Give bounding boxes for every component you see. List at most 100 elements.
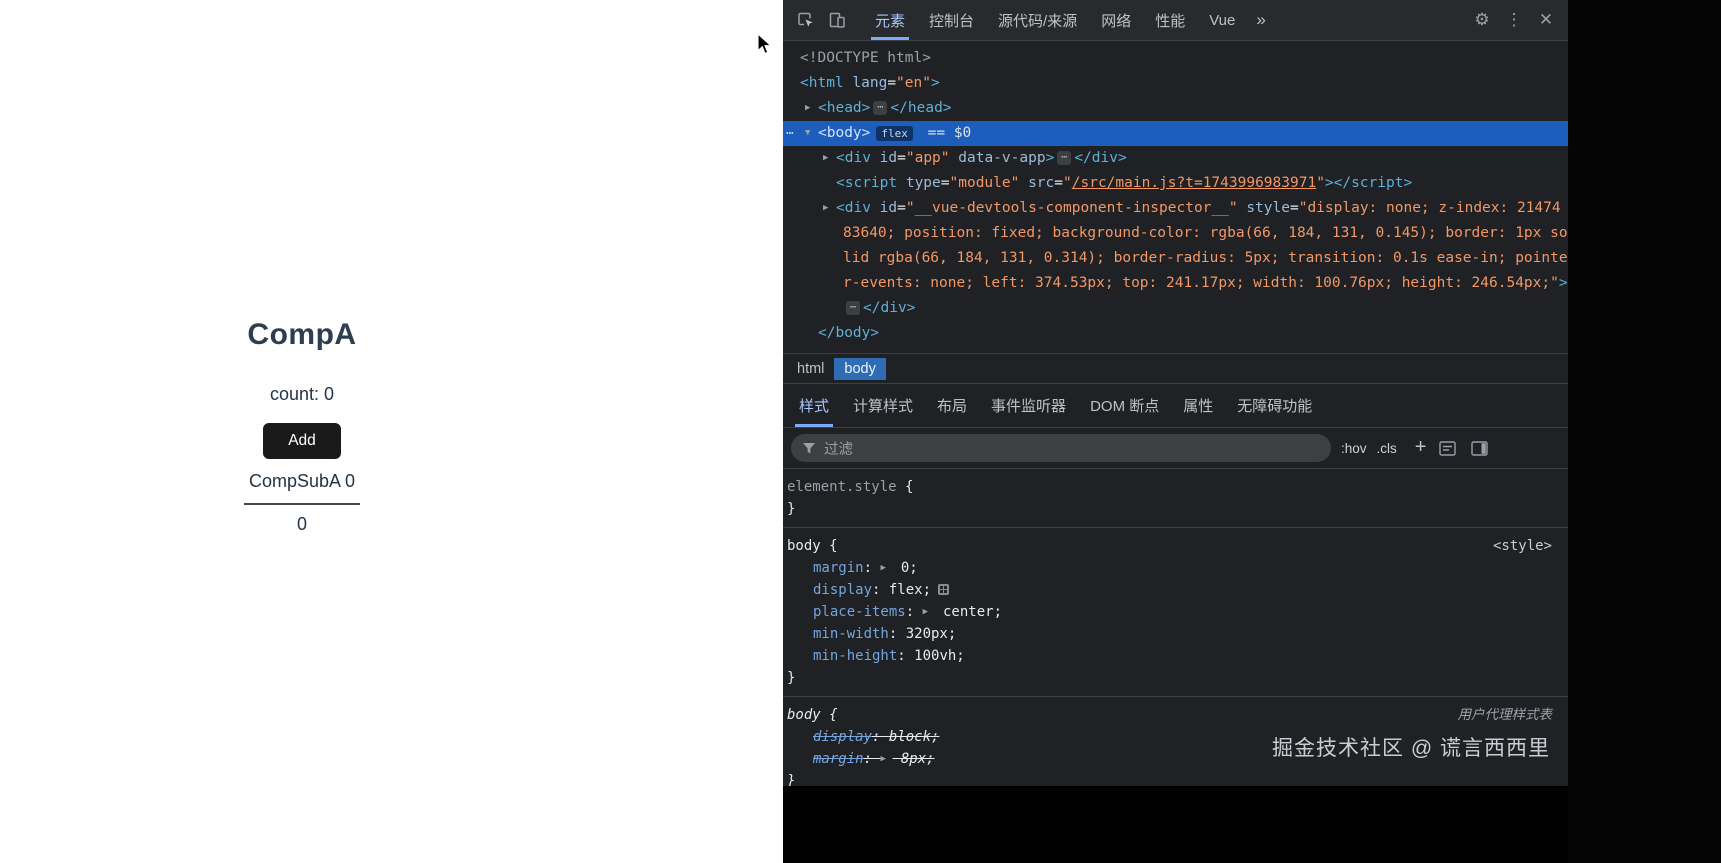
text-token: } [787,773,796,786]
expand-arrow-icon[interactable]: ▼ [805,121,818,146]
attribute-name-token: data-v-app [958,150,1046,166]
breadcrumb-body[interactable]: body [834,357,886,380]
css-property-name[interactable]: margin [813,751,864,767]
css-property-name[interactable]: margin [813,560,864,576]
subtab-layout[interactable]: 布局 [925,384,979,427]
css-property-name[interactable]: display [813,582,872,598]
sub-count-value: 0 [296,514,307,534]
text-token: : [872,729,889,745]
source-url-link[interactable]: /src/main.js?t=1743996983971 [1072,175,1316,191]
tag-token: > [1558,275,1568,291]
style-line: <style> body { [783,535,1568,557]
toggle-sidebar-button[interactable] [1468,438,1490,458]
expand-arrow-icon[interactable]: ▶ [805,96,818,121]
toggle-hover-state-button[interactable]: :hov [1341,441,1367,456]
add-button[interactable]: Add [263,423,341,459]
device-toolbar-button[interactable] [821,4,853,36]
mouse-cursor [757,33,773,55]
settings-gear-icon[interactable]: ⚙ [1466,4,1498,36]
css-property-value[interactable]: 0; [892,560,918,576]
style-line: 用户代理样式表 body { [783,704,1568,726]
styles-filter-input[interactable]: 过滤 [791,434,1331,462]
toggle-class-button[interactable]: .cls [1377,441,1397,456]
attribute-value-token: "__vue-devtools-component-inspector__" [905,200,1238,216]
styles-options-icon [1439,440,1456,456]
css-property-value[interactable]: flex; [889,582,931,598]
new-style-rule-button[interactable]: + [1415,436,1427,459]
attribute-value-token: " [1063,175,1072,191]
flex-editor-icon[interactable] [938,584,950,595]
expand-arrow-icon[interactable]: ▶ [823,146,836,171]
inline-expand-button[interactable]: ⋯ [846,301,861,315]
css-property-value[interactable]: center; [935,604,1002,620]
watermark: 掘金技术社区 @ 谎言西西里 [1272,737,1550,760]
vue-app-content: CompA count: 0 Add CompSubA 0 0 [244,318,360,535]
node-options-icon[interactable]: ⋯ [786,121,794,146]
styles-tab-bar: 样式 计算样式 布局 事件监听器 DOM 断点 属性 无障碍功能 [783,383,1568,428]
dom-tree-node[interactable]: ▶ <div id="app" data-v-app> ⋯ </div> [783,146,1568,171]
subtab-event-listeners[interactable]: 事件监听器 [979,384,1078,427]
doctype-token: element.style [787,479,897,495]
css-property-name[interactable]: min-height [813,648,897,664]
dom-tree-node[interactable]: <!DOCTYPE html> [783,46,1568,71]
style-source-link[interactable]: <style> [1493,535,1552,557]
css-property-value[interactable]: 100vh; [914,648,965,664]
subtab-dom-breakpoints[interactable]: DOM 断点 [1078,384,1171,427]
filter-funnel-icon [803,442,815,454]
styles-options-button[interactable] [1436,438,1458,458]
text-token: = [1054,175,1064,191]
expand-arrow-icon[interactable]: ▶ [923,601,935,623]
expand-arrow-icon[interactable]: ▶ [823,196,836,221]
subtab-accessibility[interactable]: 无障碍功能 [1225,384,1324,427]
more-tabs-button[interactable]: » [1247,0,1274,40]
css-property-value[interactable]: block; [889,729,940,745]
tab-console[interactable]: 控制台 [917,0,986,40]
text-token: } [787,670,796,686]
flex-badge[interactable]: flex [876,126,913,141]
devtools-tab-bar: 元素 控制台 源代码/来源 网络 性能 Vue » [863,0,1466,40]
attribute-name-token: style [1246,200,1290,216]
tab-vue[interactable]: Vue [1197,0,1247,40]
css-property-name[interactable]: place-items [813,604,906,620]
tab-performance[interactable]: 性能 [1143,0,1197,40]
dom-tree-node[interactable]: ▶ <head> ⋯ </head> [783,96,1568,121]
tag-token: </div> [1074,150,1127,166]
breadcrumb-html[interactable]: html [787,358,834,380]
tab-network[interactable]: 网络 [1089,0,1143,40]
element-style-rule: element.style {} [783,469,1568,528]
screen: CompA count: 0 Add CompSubA 0 0 元素 控制台 源… [0,0,1721,863]
css-property-name[interactable]: min-width [813,626,889,642]
inspect-element-button[interactable] [789,4,821,36]
close-devtools-icon[interactable]: ✕ [1530,4,1562,36]
tag-token: <head> [818,100,871,116]
inline-expand-button[interactable]: ⋯ [873,101,888,115]
tab-sources[interactable]: 源代码/来源 [986,0,1089,40]
dom-tree-node[interactable]: </body> [783,321,1568,346]
subtab-styles[interactable]: 样式 [787,384,841,427]
style-line: min-height: 100vh; [783,645,1568,667]
subtab-properties[interactable]: 属性 [1171,384,1225,427]
dom-tree-node[interactable]: <script type="module" src="/src/main.js?… [783,171,1568,196]
dom-tree-node[interactable]: ⋯ ▼ <body> flex == $0 [783,121,1568,146]
tag-token: <body> [818,125,871,141]
tab-elements[interactable]: 元素 [863,0,917,40]
style-line: } [783,770,1568,786]
kebab-menu-icon[interactable]: ⋮ [1498,4,1530,36]
page-title: CompA [247,318,357,351]
dom-tree-node[interactable]: <html lang="en"> [783,71,1568,96]
text-token: = [1289,200,1299,216]
css-property-value[interactable]: 8px; [892,751,935,767]
expand-arrow-icon[interactable]: ▶ [880,557,892,579]
inline-expand-button[interactable]: ⋯ [1057,151,1072,165]
expand-arrow-icon[interactable]: ▶ [880,748,892,770]
styles-filter-bar: 过滤 :hov .cls + [783,428,1568,469]
css-property-value[interactable]: 320px; [906,626,957,642]
breadcrumb: html body [783,353,1568,383]
tag-token: > [930,75,940,91]
device-toolbar-icon [829,12,845,28]
dom-tree-node[interactable]: ▶ <div id="__vue-devtools-component-inspe… [783,196,1568,321]
browser-page: CompA count: 0 Add CompSubA 0 0 [0,0,783,863]
subtab-computed[interactable]: 计算样式 [841,384,925,427]
css-property-name[interactable]: display [813,729,872,745]
text-token: { [820,538,838,554]
